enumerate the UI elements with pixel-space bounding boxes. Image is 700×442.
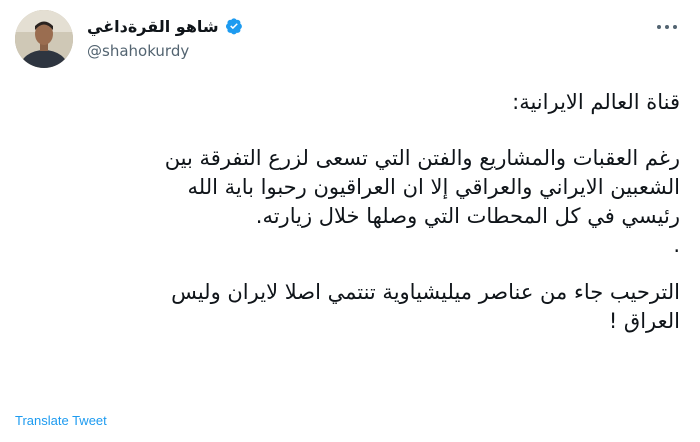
tweet-line: . [673, 233, 680, 257]
verified-icon [225, 17, 243, 35]
author-info: شاهو القرةداغي @shahokurdy [87, 14, 243, 60]
tweet-line: رغم العقبات والمشاريع والفتن التي تسعى ل… [164, 146, 680, 170]
tweet-header: شاهو القرةداغي @shahokurdy [15, 10, 685, 70]
profile-photo [15, 10, 73, 68]
handle[interactable]: @shahokurdy [87, 42, 243, 60]
tweet-line: الترحيب جاء من عناصر ميليشياوية تنتمي اص… [171, 280, 680, 304]
avatar[interactable] [15, 10, 73, 68]
tweet-line: رئيسي في كل المحطات التي وصلها خلال زيار… [255, 204, 680, 228]
translate-tweet-link[interactable]: Translate Tweet [15, 413, 107, 428]
tweet-line: العراق ! [608, 309, 680, 333]
tweet-line: قناة العالم الايرانية: [512, 90, 680, 114]
more-options-icon[interactable] [653, 18, 681, 36]
tweet-line: الشعبين الايراني والعراقي إلا ان العراقي… [187, 175, 681, 199]
display-name[interactable]: شاهو القرةداغي [87, 17, 219, 36]
tweet-text: قناة العالم الايرانية: رغم العقبات والمش… [20, 88, 680, 336]
